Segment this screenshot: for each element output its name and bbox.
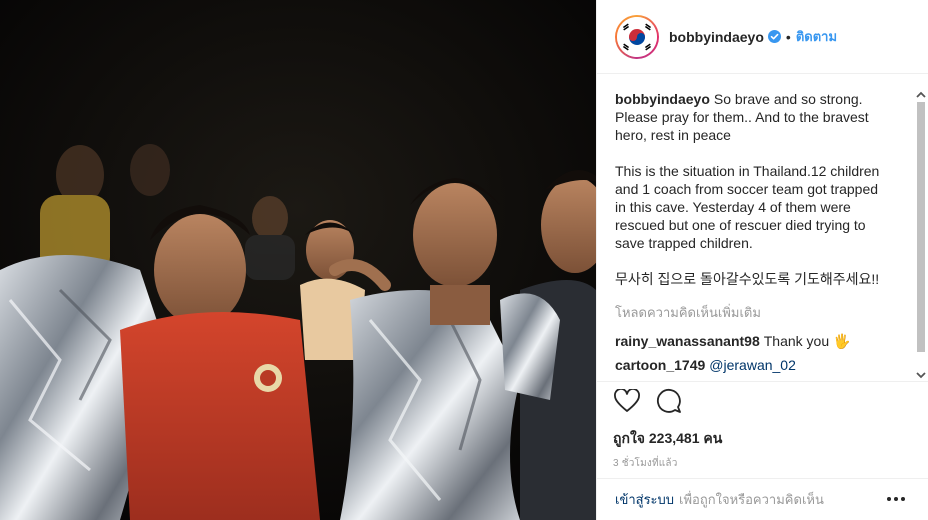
comments-scrollbar[interactable]	[914, 80, 928, 380]
comment-item: rainy_wanassanant98 Thank you 🖐	[615, 332, 883, 350]
avatar[interactable]	[615, 14, 659, 59]
caption-text-2: This is the situation in Thailand.12 chi…	[615, 163, 880, 251]
login-link[interactable]: เข้าสู่ระบบ	[615, 489, 674, 510]
caption-text-3: 무사히 집으로 돌아갈수있도록 기도해주세요!!	[615, 271, 880, 287]
post-timestamp[interactable]: 3 ชั่วโมงที่แล้ว	[613, 456, 928, 471]
header-username[interactable]: bobbyindaeyo	[669, 29, 764, 45]
post-side-panel: bobbyindaeyo • ติดตาม bobbyindaeyo So bra…	[596, 0, 928, 520]
comment-item: cartoon_1749 @jerawan_02	[615, 356, 883, 374]
follow-button[interactable]: ติดตาม	[796, 26, 837, 47]
caption-username[interactable]: bobbyindaeyo	[615, 91, 710, 107]
likes-count[interactable]: ถูกใจ 223,481 คน	[613, 428, 928, 450]
scrollbar-thumb[interactable]	[917, 102, 925, 352]
verified-badge-icon	[767, 30, 781, 43]
load-more-comments-button[interactable]: โหลดความคิดเห็นเพิ่มเติม	[615, 304, 883, 322]
instagram-post: bobbyindaeyo • ติดตาม bobbyindaeyo So bra…	[0, 0, 928, 520]
post-photo[interactable]	[0, 0, 596, 520]
flag-avatar-icon	[617, 16, 657, 57]
login-hint: เพื่อถูกใจหรือความคิดเห็น	[679, 492, 824, 507]
comment-bubble-icon[interactable]	[655, 387, 683, 415]
login-to-comment-bar: เข้าสู่ระบบ เพื่อถูกใจหรือความคิดเห็น	[597, 478, 928, 520]
comment-mention[interactable]: @jerawan_02	[709, 357, 796, 373]
post-caption: bobbyindaeyo So brave and so strong. Plea…	[615, 90, 883, 288]
comment-username[interactable]: cartoon_1749	[615, 357, 705, 373]
chevron-down-icon[interactable]	[914, 368, 928, 382]
comment-username[interactable]: rainy_wanassanant98	[615, 333, 760, 349]
chevron-up-icon[interactable]	[914, 88, 928, 102]
separator-dot: •	[785, 28, 791, 45]
comment-text: Thank you 🖐	[763, 333, 851, 349]
post-header: bobbyindaeyo • ติดตาม	[597, 0, 928, 74]
comments-list[interactable]: bobbyindaeyo So brave and so strong. Plea…	[615, 90, 883, 386]
more-options-icon[interactable]	[886, 492, 906, 506]
heart-icon[interactable]	[613, 387, 641, 415]
post-actions: ถูกใจ 223,481 คน 3 ชั่วโมงที่แล้ว	[597, 381, 928, 471]
